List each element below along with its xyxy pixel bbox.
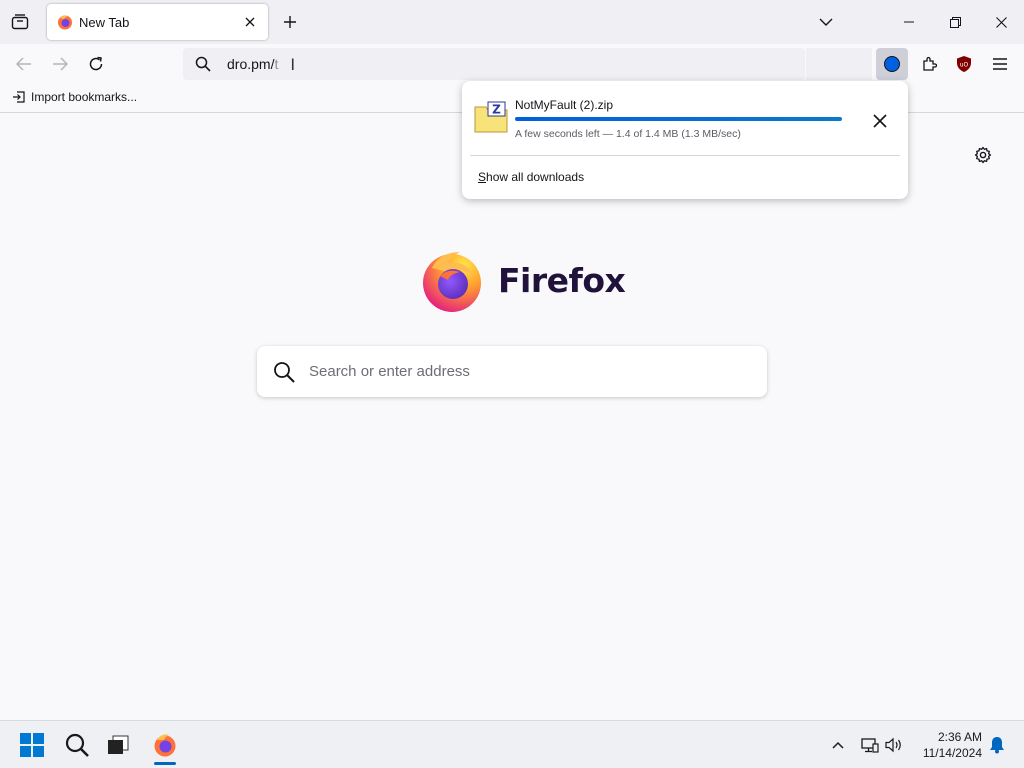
firefox-favicon bbox=[154, 734, 176, 757]
back-arrow-icon bbox=[16, 57, 31, 71]
close-icon bbox=[995, 16, 1007, 28]
download-item[interactable]: Z NotMyFault (2).zip A few seconds left … bbox=[462, 81, 908, 155]
active-app-indicator bbox=[154, 762, 176, 765]
download-filename: NotMyFault (2).zip bbox=[515, 98, 614, 112]
tab-strip: New Tab bbox=[0, 0, 1024, 44]
list-all-tabs-button[interactable] bbox=[812, 8, 840, 36]
volume-button[interactable] bbox=[882, 733, 906, 757]
show-hidden-icons-button[interactable] bbox=[826, 733, 850, 757]
downloads-panel: Z NotMyFault (2).zip A few seconds left … bbox=[462, 81, 908, 199]
import-bookmarks-label: Import bookmarks... bbox=[31, 90, 138, 104]
urlbar-extension-area bbox=[806, 48, 872, 80]
firefox-wordmark: Firefox bbox=[498, 260, 626, 300]
svg-text:Z: Z bbox=[492, 103, 501, 117]
firefox-logo: Firefox bbox=[420, 248, 626, 312]
close-window-button[interactable] bbox=[978, 0, 1024, 44]
cancel-download-button[interactable] bbox=[866, 107, 894, 135]
clock-time: 2:36 AM bbox=[937, 730, 982, 744]
close-tab-button[interactable] bbox=[240, 12, 260, 32]
ublock-origin-button[interactable]: uO bbox=[950, 50, 978, 78]
newtab-search-box[interactable] bbox=[257, 346, 767, 397]
network-button[interactable] bbox=[858, 733, 882, 757]
tab-new-tab[interactable]: New Tab bbox=[47, 4, 268, 40]
notifications-button[interactable] bbox=[985, 733, 1009, 757]
network-icon bbox=[861, 738, 879, 753]
extensions-button[interactable] bbox=[915, 50, 943, 78]
taskbar-search-button[interactable] bbox=[59, 727, 95, 763]
zip-file-icon: Z bbox=[474, 101, 508, 133]
show-all-label: how all downloads bbox=[486, 170, 585, 184]
downloads-separator bbox=[470, 155, 900, 156]
hamburger-menu-icon bbox=[993, 58, 1007, 70]
minimize-icon bbox=[904, 21, 914, 23]
restore-button[interactable] bbox=[932, 0, 978, 44]
tab-title: New Tab bbox=[79, 14, 130, 30]
gear-icon bbox=[974, 146, 992, 164]
tab-list-button[interactable] bbox=[6, 8, 34, 36]
start-button[interactable] bbox=[14, 727, 50, 763]
download-progress-fill bbox=[515, 117, 842, 121]
app-menu-button[interactable] bbox=[986, 50, 1014, 78]
firefox-logo-icon bbox=[423, 252, 481, 312]
url-autofill-suffix: t bbox=[274, 56, 279, 72]
taskbar-clock[interactable]: 2:36 AM 11/14/2024 bbox=[912, 729, 982, 761]
url-bar[interactable]: dro.pm/t I bbox=[183, 48, 805, 80]
forward-button[interactable] bbox=[46, 50, 74, 78]
chevron-up-icon bbox=[832, 741, 844, 749]
plus-icon bbox=[284, 16, 296, 28]
bell-icon bbox=[990, 737, 1004, 754]
show-all-downloads-button[interactable]: Show all downloads bbox=[478, 170, 584, 184]
ublock-icon: uO bbox=[957, 56, 971, 72]
search-icon bbox=[65, 733, 89, 757]
reload-icon bbox=[89, 56, 103, 71]
svg-text:uO: uO bbox=[960, 62, 969, 69]
url-input-text[interactable]: dro.pm/ bbox=[227, 56, 274, 72]
downloads-icon bbox=[884, 56, 900, 72]
navigation-toolbar: dro.pm/t I uO bbox=[0, 44, 1024, 84]
new-tab-button[interactable] bbox=[276, 8, 304, 36]
close-icon bbox=[245, 17, 255, 27]
import-icon bbox=[13, 91, 25, 103]
search-icon bbox=[195, 56, 211, 72]
personalize-settings-button[interactable] bbox=[970, 142, 996, 168]
volume-icon bbox=[885, 737, 901, 753]
file-explorer-button[interactable] bbox=[100, 727, 136, 763]
search-icon bbox=[273, 361, 295, 383]
forward-arrow-icon bbox=[53, 57, 68, 71]
tab-list-icon bbox=[11, 14, 29, 30]
taskbar-firefox-button[interactable] bbox=[147, 727, 183, 763]
newtab-search-input[interactable] bbox=[309, 363, 729, 380]
text-cursor-icon: I bbox=[290, 54, 296, 74]
firefox-favicon bbox=[58, 15, 72, 30]
clock-date: 11/14/2024 bbox=[922, 746, 982, 760]
download-progress-bar bbox=[515, 117, 842, 121]
import-bookmarks-button[interactable]: Import bookmarks... bbox=[12, 90, 137, 104]
show-all-accesskey: S bbox=[478, 170, 487, 184]
extensions-icon bbox=[923, 56, 937, 71]
back-button[interactable] bbox=[10, 50, 38, 78]
windows-taskbar: 2:36 AM 11/14/2024 bbox=[0, 720, 1024, 768]
chevron-down-icon bbox=[819, 18, 833, 26]
close-icon bbox=[873, 114, 887, 128]
windows-start-icon bbox=[20, 733, 44, 757]
file-explorer-icon bbox=[108, 735, 129, 754]
restore-icon bbox=[949, 16, 961, 28]
minimize-button[interactable] bbox=[886, 0, 932, 44]
downloads-button[interactable] bbox=[876, 48, 908, 80]
reload-button[interactable] bbox=[82, 50, 110, 78]
download-status: A few seconds left — 1.4 of 1.4 MB (1.3 … bbox=[515, 128, 741, 140]
